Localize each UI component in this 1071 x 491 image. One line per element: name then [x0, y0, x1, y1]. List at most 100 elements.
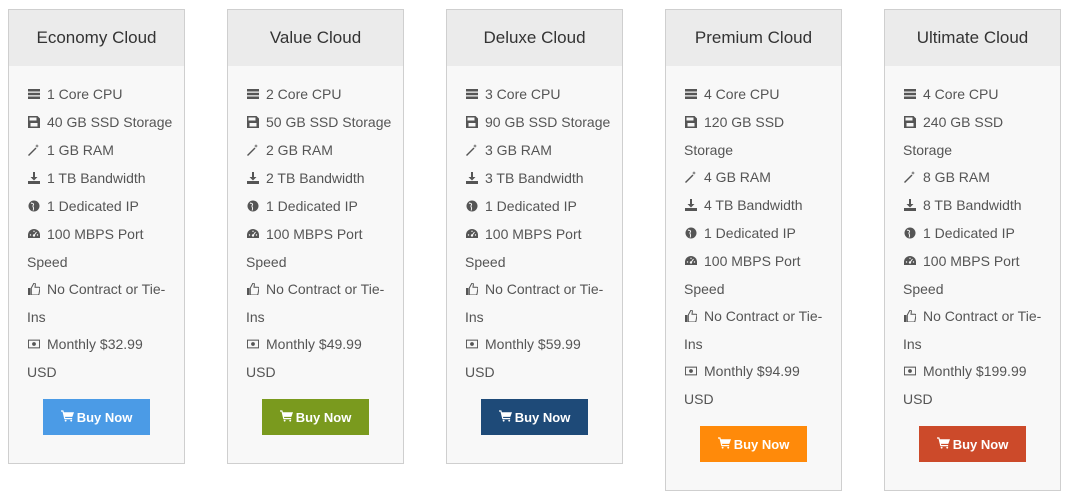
buy-now-label: Buy Now [952, 436, 1009, 452]
magic-wand-icon [246, 138, 260, 165]
thumbs-up-icon [684, 304, 698, 331]
plan-body: 4 Core CPU 120 GB SSD Storage 4 GB RAM 4 TB… [666, 66, 841, 490]
feature-text: Monthly $32.99 USD [27, 336, 143, 380]
pricing-card-economy: Economy Cloud 1 Core CPU 40 GB SSD Storag… [8, 9, 185, 464]
money-icon [903, 359, 917, 386]
magic-wand-icon [684, 165, 698, 192]
feature-item: Monthly $32.99 USD [27, 331, 174, 386]
feature-item: Monthly $94.99 USD [684, 358, 831, 413]
download-icon [684, 193, 698, 220]
buy-now-button[interactable]: Buy Now [262, 399, 369, 435]
plan-title: Premium Cloud [666, 10, 841, 66]
feature-text: No Contract or Tie-Ins [27, 281, 166, 325]
feature-text: 240 GB SSD Storage [903, 114, 1004, 158]
cart-icon [279, 409, 296, 425]
buy-now-button[interactable]: Buy Now [700, 426, 807, 462]
feature-text: Monthly $49.99 USD [246, 336, 362, 380]
magic-wand-icon [903, 165, 917, 192]
buy-now-button[interactable]: Buy Now [43, 399, 150, 435]
plan-body: 3 Core CPU 90 GB SSD Storage 3 GB RAM 3 TB … [447, 66, 622, 463]
feature-item: 8 GB RAM [903, 164, 1050, 192]
feature-item: 90 GB SSD Storage [465, 109, 612, 137]
download-icon [465, 166, 479, 193]
feature-list: 3 Core CPU 90 GB SSD Storage 3 GB RAM 3 TB … [465, 81, 612, 386]
feature-text: 2 Core CPU [266, 86, 342, 102]
feature-text: 120 GB SSD Storage [684, 114, 785, 158]
money-icon [246, 332, 260, 359]
plan-body: 2 Core CPU 50 GB SSD Storage 2 GB RAM 2 TB … [228, 66, 403, 463]
money-icon [465, 332, 479, 359]
server-icon [465, 82, 479, 109]
cart-icon [60, 409, 77, 425]
server-icon [903, 82, 917, 109]
floppy-disk-icon [684, 110, 698, 137]
feature-text: Monthly $199.99 USD [903, 363, 1027, 407]
plan-title: Economy Cloud [9, 10, 184, 66]
feature-text: 100 MBPS Port Speed [465, 226, 582, 270]
feature-item: 1 GB RAM [27, 137, 174, 165]
feature-item: 100 MBPS Port Speed [246, 221, 393, 276]
feature-item: 50 GB SSD Storage [246, 109, 393, 137]
feature-text: 2 GB RAM [266, 142, 333, 158]
feature-item: 100 MBPS Port Speed [903, 248, 1050, 303]
buy-now-button[interactable]: Buy Now [919, 426, 1026, 462]
floppy-disk-icon [465, 110, 479, 137]
feature-text: 4 TB Bandwidth [704, 197, 803, 213]
globe-icon [684, 221, 698, 248]
feature-text: 1 TB Bandwidth [47, 170, 146, 186]
feature-item: No Contract or Tie-Ins [246, 276, 393, 331]
feature-item: 40 GB SSD Storage [27, 109, 174, 137]
buy-now-label: Buy Now [76, 409, 133, 425]
feature-text: 8 TB Bandwidth [923, 197, 1022, 213]
plan-title: Ultimate Cloud [885, 10, 1060, 66]
feature-item: 100 MBPS Port Speed [684, 248, 831, 303]
dashboard-icon [27, 222, 41, 249]
feature-item: Monthly $49.99 USD [246, 331, 393, 386]
feature-text: No Contract or Tie-Ins [465, 281, 604, 325]
pricing-card-ultimate: Ultimate Cloud 4 Core CPU 240 GB SSD Stor… [884, 9, 1061, 491]
money-icon [27, 332, 41, 359]
feature-item: No Contract or Tie-Ins [27, 276, 174, 331]
feature-item: Monthly $199.99 USD [903, 358, 1050, 413]
globe-icon [465, 194, 479, 221]
feature-item: 2 Core CPU [246, 81, 393, 109]
floppy-disk-icon [903, 110, 917, 137]
feature-item: 1 Dedicated IP [903, 220, 1050, 248]
floppy-disk-icon [246, 110, 260, 137]
server-icon [246, 82, 260, 109]
feature-text: 1 Dedicated IP [266, 198, 358, 214]
feature-text: No Contract or Tie-Ins [246, 281, 385, 325]
feature-item: 4 GB RAM [684, 164, 831, 192]
feature-text: 100 MBPS Port Speed [684, 253, 801, 297]
feature-item: 3 Core CPU [465, 81, 612, 109]
magic-wand-icon [27, 138, 41, 165]
feature-text: Monthly $59.99 USD [465, 336, 581, 380]
globe-icon [903, 221, 917, 248]
thumbs-up-icon [903, 304, 917, 331]
download-icon [903, 193, 917, 220]
feature-text: 3 TB Bandwidth [485, 170, 584, 186]
feature-item: 2 GB RAM [246, 137, 393, 165]
feature-item: 1 Dedicated IP [684, 220, 831, 248]
feature-text: 40 GB SSD Storage [47, 114, 173, 130]
pricing-card-value: Value Cloud 2 Core CPU 50 GB SSD Storage 2… [227, 9, 404, 464]
magic-wand-icon [465, 138, 479, 165]
cart-icon [498, 409, 515, 425]
buy-now-label: Buy Now [733, 436, 790, 452]
dashboard-icon [903, 249, 917, 276]
server-icon [684, 82, 698, 109]
feature-item: No Contract or Tie-Ins [903, 303, 1050, 358]
feature-item: No Contract or Tie-Ins [684, 303, 831, 358]
feature-item: 4 TB Bandwidth [684, 192, 831, 220]
floppy-disk-icon [27, 110, 41, 137]
buy-now-button[interactable]: Buy Now [481, 399, 588, 435]
feature-text: 1 Core CPU [47, 86, 123, 102]
globe-icon [246, 194, 260, 221]
feature-item: 1 Dedicated IP [246, 193, 393, 221]
feature-text: 3 GB RAM [485, 142, 552, 158]
feature-text: 4 GB RAM [704, 169, 771, 185]
cart-icon [936, 436, 953, 452]
feature-list: 1 Core CPU 40 GB SSD Storage 1 GB RAM 1 TB … [27, 81, 174, 386]
money-icon [684, 359, 698, 386]
feature-item: 1 TB Bandwidth [27, 165, 174, 193]
